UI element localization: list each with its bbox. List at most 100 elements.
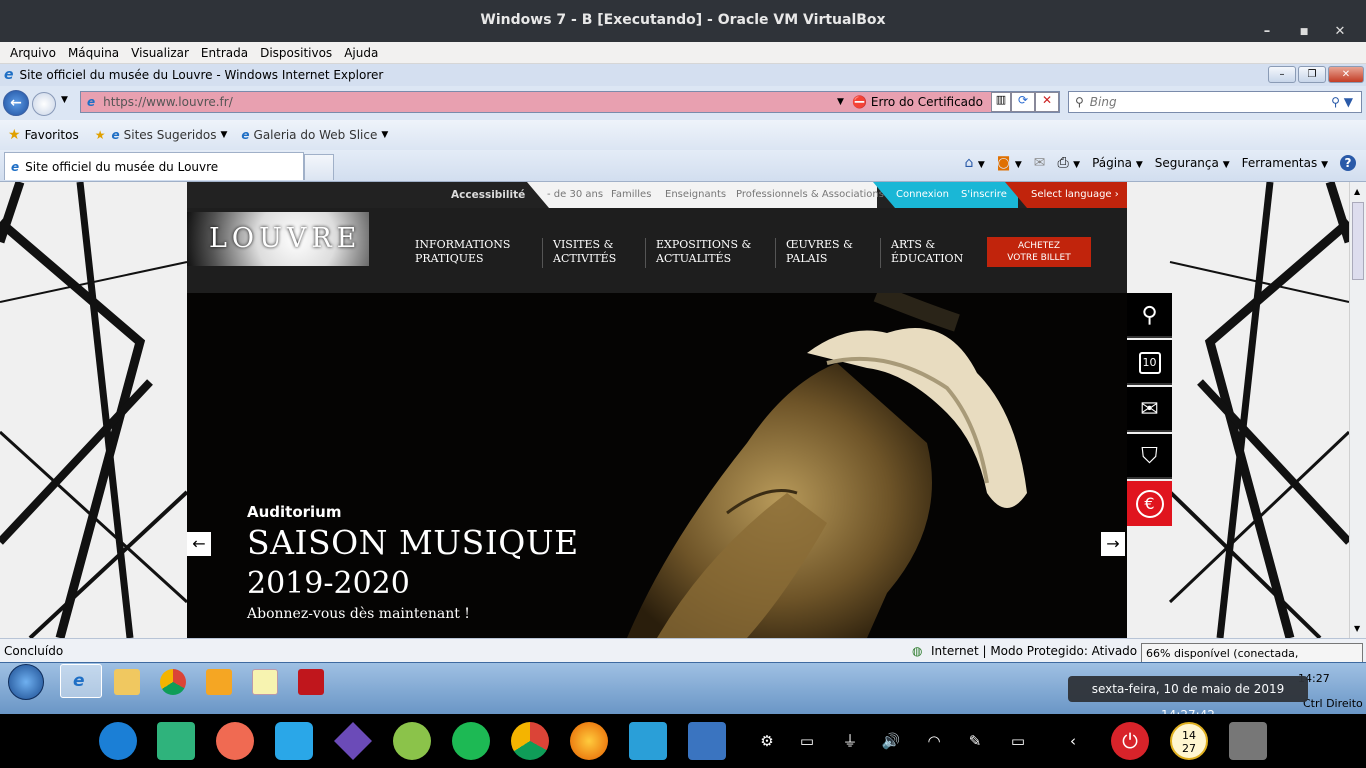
calendar-icon[interactable]: 10 [1127,340,1172,385]
shopping-bag-icon[interactable]: ⛉ [1127,434,1172,479]
add-favorites-icon[interactable]: ★ [95,128,106,142]
power-icon[interactable]: ⏻ [1111,722,1149,760]
android-studio-icon[interactable] [393,722,431,760]
tray-window-icon[interactable]: ▭ [792,726,822,756]
settings-gear-icon[interactable]: ⚙ [752,726,782,756]
page-menu[interactable]: Página ▼ [1092,156,1143,170]
history-dropdown-icon[interactable]: ▼ [61,95,68,105]
ie-minimize-button[interactable]: – [1268,66,1296,83]
search-icon[interactable]: ⚲ [1127,293,1172,338]
nav-visites[interactable]: VISITES & ACTIVITÉS [542,238,616,268]
volume-icon[interactable]: 🔊 [876,726,906,756]
taskbar-media-player-icon[interactable] [206,669,232,695]
vbox-menu-bar: Arquivo Máquina Visualizar Entrada Dispo… [0,42,1366,64]
trash-icon[interactable] [1229,722,1267,760]
host-key-label: Ctrl Direito [1303,697,1363,710]
menu-visualizar[interactable]: Visualizar [125,46,195,60]
scroll-up-icon[interactable]: ▲ [1354,187,1360,196]
feeds-icon[interactable]: ◙ ▼ [997,155,1022,171]
wifi-icon[interactable]: ◠ [919,726,949,756]
address-bar[interactable]: e https://www.louvre.fr/ ▼ ⛔ Erro do Cer… [80,91,1060,113]
dock-clock-icon[interactable]: 14 27 [1170,722,1208,760]
back-button[interactable]: ← [3,90,29,116]
deepin-launcher-icon[interactable] [99,722,137,760]
search-placeholder: Bing [1089,95,1117,109]
menu-dispositivos[interactable]: Dispositivos [254,46,338,60]
url-text[interactable]: https://www.louvre.fr/ [103,95,233,109]
spotify-icon[interactable] [452,722,490,760]
under30-link[interactable]: - de 30 ans [547,182,603,208]
ie-close-button[interactable]: ✕ [1328,66,1364,83]
vertical-scrollbar[interactable]: ▲ ▼ [1349,182,1366,638]
menu-ajuda[interactable]: Ajuda [338,46,384,60]
tab-louvre[interactable]: e Site officiel du musée du Louvre [4,152,304,180]
status-text: Concluído [4,643,64,658]
nav-arts[interactable]: ARTS & ÉDUCATION [880,238,963,268]
newsletter-mail-icon[interactable]: ✉ [1127,387,1172,432]
families-link[interactable]: Familles [611,182,651,208]
slider-prev-arrow-icon[interactable]: ← [187,532,211,556]
tools-menu[interactable]: Ferramentas ▼ [1242,156,1328,170]
multitask-view-icon[interactable] [157,722,195,760]
web-slice-dropdown-icon[interactable]: ▼ [381,130,388,140]
menu-maquina[interactable]: Máquina [62,46,125,60]
taskbar-notes-icon[interactable] [252,669,278,695]
login-link[interactable]: Connexion [896,182,949,208]
suggested-sites-link[interactable]: Sites Sugeridos [124,128,217,142]
menu-arquivo[interactable]: Arquivo [4,46,62,60]
collapse-tray-icon[interactable]: ‹ [1058,726,1088,756]
favorites-button[interactable]: Favoritos [25,128,79,142]
cert-error-icon[interactable]: ⛔ [852,95,867,109]
tab-title[interactable]: Site officiel du musée du Louvre [25,160,218,174]
menu-entrada[interactable]: Entrada [195,46,254,60]
forward-button[interactable] [32,92,56,116]
start-button[interactable] [8,664,44,700]
nav-expositions[interactable]: EXPOSITIONS & ACTUALITÉS [645,238,751,268]
pros-link[interactable]: Professionnels & Associations [736,182,884,208]
buy-ticket-button[interactable]: ACHETEZ VOTRE BILLET [987,237,1091,267]
home-icon[interactable]: ⌂ ▼ [965,155,985,171]
url-dropdown-icon[interactable]: ▼ [837,97,844,107]
taskbar-explorer-icon[interactable] [114,669,140,695]
ie-restore-button[interactable]: ❐ [1298,66,1326,83]
hero-subtitle[interactable]: Abonnez-vous dès maintenant ! [247,606,470,622]
security-menu[interactable]: Segurança ▼ [1155,156,1230,170]
battery-icon[interactable]: ▭ [1003,726,1033,756]
slider-next-arrow-icon[interactable]: → [1101,532,1125,556]
system-monitor-icon[interactable] [629,722,667,760]
mail-icon[interactable]: ✉ [1034,155,1046,171]
language-select[interactable]: Select language › [1031,182,1119,208]
print-icon[interactable]: ⎙ ▼ [1057,155,1080,171]
compat-view-icon[interactable]: ▥ [991,92,1011,112]
chrome-icon[interactable] [511,722,549,760]
screenshot-app-icon[interactable] [216,722,254,760]
video-player-icon[interactable] [334,722,372,760]
louvre-logo[interactable]: LOUVRE [187,212,369,266]
search-go-icon[interactable]: ⚲ ▼ [1331,95,1353,109]
cert-error-label[interactable]: Erro do Certificado [871,95,983,109]
web-slice-link[interactable]: Galeria do Web Slice [254,128,378,142]
nav-informations[interactable]: INFORMATIONS PRATIQUES [405,238,510,268]
signup-link[interactable]: S'inscrire [961,182,1007,208]
nav-oeuvres[interactable]: ŒUVRES & PALAIS [775,238,853,268]
search-input[interactable]: ⚲ Bing ⚲ ▼ [1068,91,1362,113]
pen-icon[interactable]: ✎ [960,726,990,756]
scroll-thumb[interactable] [1352,202,1364,280]
taskbar-acrobat-icon[interactable] [298,669,324,695]
teachers-link[interactable]: Enseignants [665,182,726,208]
new-tab-button[interactable] [304,154,334,180]
security-zone[interactable]: Internet | Modo Protegido: Ativado [931,644,1137,658]
file-manager-icon[interactable] [275,722,313,760]
taskbar-ie[interactable]: e [60,664,102,698]
taskbar-chrome-icon[interactable] [160,669,186,695]
help-icon[interactable]: ? [1340,155,1356,171]
stop-icon[interactable]: ✕ [1035,92,1059,112]
suggested-dropdown-icon[interactable]: ▼ [220,130,227,140]
usb-icon[interactable]: ⏚ [835,726,865,756]
refresh-icon[interactable]: ⟳ [1011,92,1035,112]
ticket-euro-icon[interactable]: € [1127,481,1172,526]
virtualbox-vm-icon[interactable] [688,722,726,760]
firefox-icon[interactable] [570,722,608,760]
scroll-down-icon[interactable]: ▼ [1354,624,1360,633]
accessibility-link[interactable]: Accessibilité [451,182,525,208]
